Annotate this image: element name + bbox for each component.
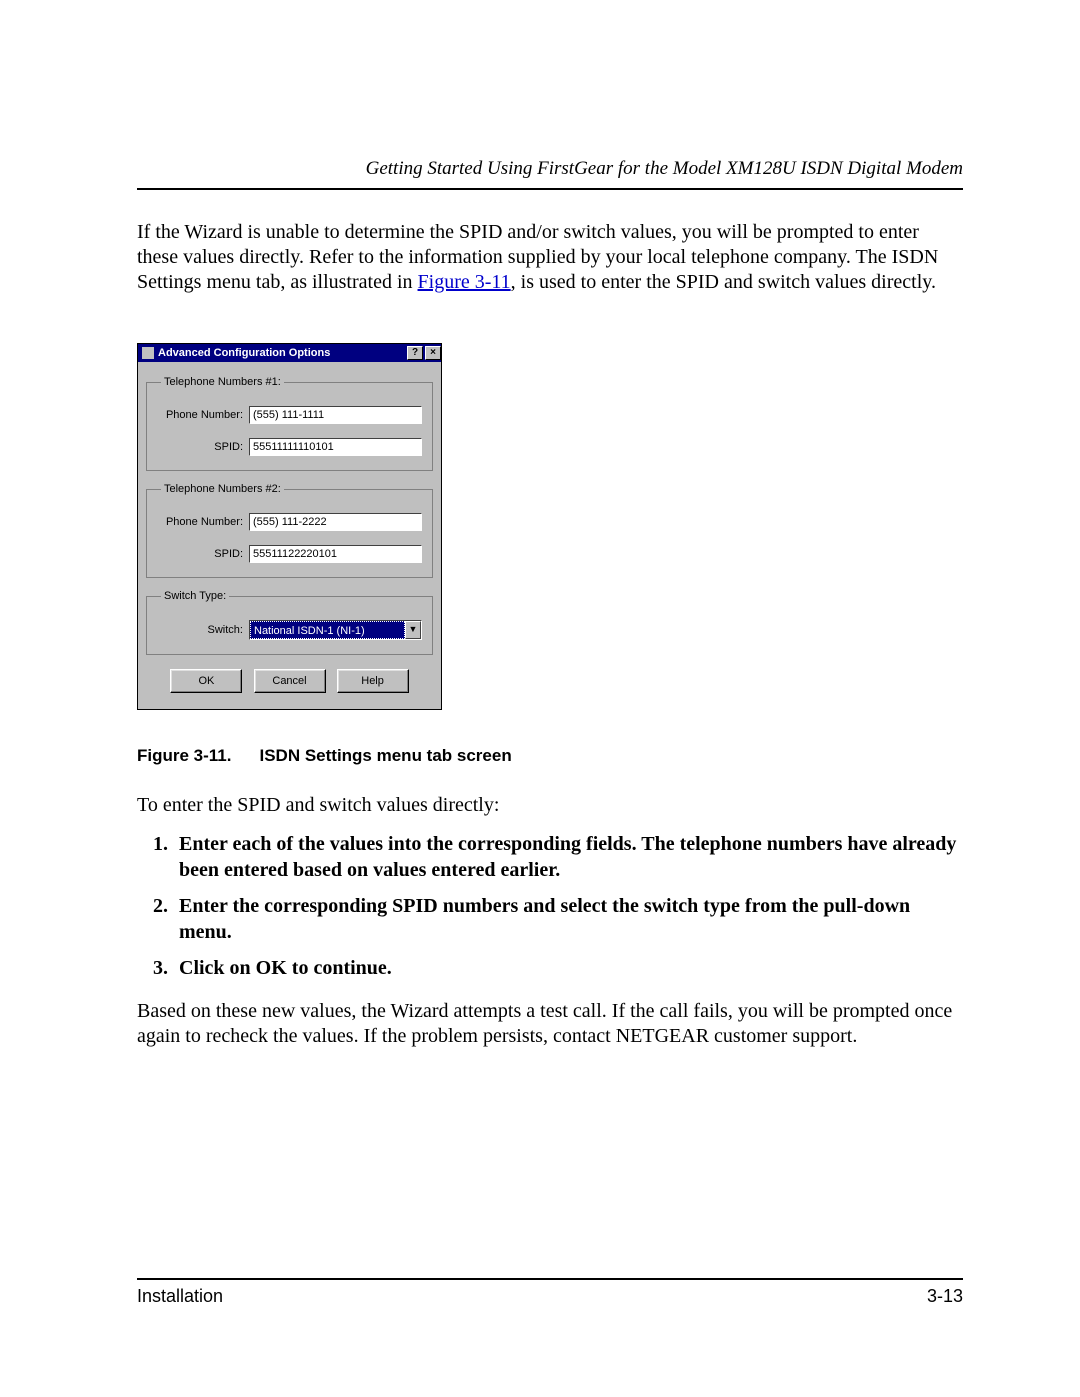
app-icon [142,347,154,359]
telephone-numbers-2-group: Telephone Numbers #2: Phone Number: SPID… [146,483,433,578]
step-item: Enter the corresponding SPID numbers and… [173,893,963,945]
spid1-input[interactable] [249,438,422,456]
chevron-down-icon[interactable]: ▼ [405,621,421,639]
telephone-numbers-1-group: Telephone Numbers #1: Phone Number: SPID… [146,376,433,471]
advanced-config-dialog: Advanced Configuration Options ? × Telep… [137,343,442,710]
group2-legend: Telephone Numbers #2: [161,483,284,495]
help-icon[interactable]: ? [407,346,423,360]
group1-legend: Telephone Numbers #1: [161,376,284,388]
switch-dropdown[interactable]: National ISDN-1 (NI-1) ▼ [249,620,422,640]
footer-right: 3-13 [927,1286,963,1307]
spid2-input[interactable] [249,545,422,563]
spid2-label: SPID: [157,548,249,560]
switch-label: Switch: [157,624,249,636]
phone1-label: Phone Number: [157,409,249,421]
page-footer: Installation 3-13 [137,1278,963,1307]
dialog-titlebar: Advanced Configuration Options ? × [138,344,441,362]
figure-caption-text: ISDN Settings menu tab screen [259,746,511,765]
header-rule [137,188,963,190]
cancel-button[interactable]: Cancel [254,669,326,693]
figure-link[interactable]: Figure 3-11 [418,271,511,293]
phone2-label: Phone Number: [157,516,249,528]
ok-button[interactable]: OK [170,669,242,693]
step-item: Enter each of the values into the corres… [173,831,963,883]
step-item: Click on OK to continue. [173,955,963,981]
switch-type-group: Switch Type: Switch: National ISDN-1 (NI… [146,590,433,655]
figure-number: Figure 3-11. [137,746,231,765]
intro-text-after: , is used to enter the SPID and switch v… [511,271,936,293]
dialog-title: Advanced Configuration Options [158,347,405,359]
closing-paragraph: Based on these new values, the Wizard at… [137,999,963,1049]
page-header: Getting Started Using FirstGear for the … [137,158,963,180]
switch-selected-value: National ISDN-1 (NI-1) [250,621,405,639]
phone1-input[interactable] [249,406,422,424]
footer-left: Installation [137,1286,223,1307]
group3-legend: Switch Type: [161,590,229,602]
spid1-label: SPID: [157,441,249,453]
help-button[interactable]: Help [337,669,409,693]
footer-rule [137,1278,963,1280]
steps-intro: To enter the SPID and switch values dire… [137,794,963,817]
figure-caption: Figure 3-11. ISDN Settings menu tab scree… [137,746,963,766]
phone2-input[interactable] [249,513,422,531]
close-icon[interactable]: × [425,346,441,360]
intro-paragraph: If the Wizard is unable to determine the… [137,220,963,295]
steps-list: Enter each of the values into the corres… [137,831,963,981]
